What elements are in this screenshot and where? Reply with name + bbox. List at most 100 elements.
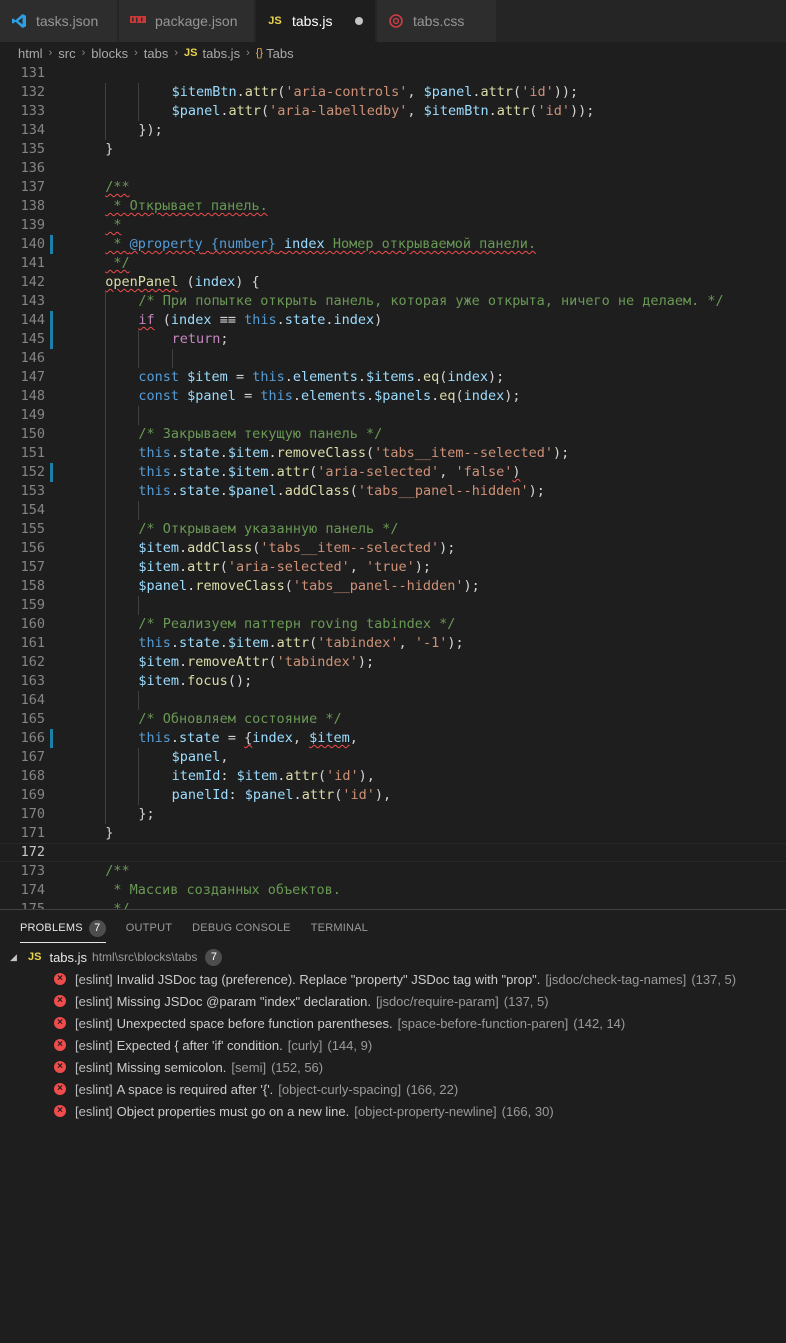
code-token: this bbox=[260, 388, 293, 404]
code-line[interactable]: 169 panelId: $panel.attr('id'), bbox=[0, 786, 786, 805]
code-text: * Открывает панель. bbox=[105, 197, 267, 216]
code-line[interactable]: 134}); bbox=[0, 121, 786, 140]
problem-item[interactable]: × [eslint] Object properties must go on a … bbox=[54, 1100, 784, 1122]
code-line[interactable]: 164 bbox=[0, 691, 786, 710]
breadcrumb-item[interactable]: blocks bbox=[91, 46, 128, 61]
line-number: 147 bbox=[20, 369, 45, 385]
indent-guide bbox=[105, 634, 107, 653]
code-line[interactable]: 153 this.state.$panel.addClass('tabs__pan… bbox=[0, 482, 786, 501]
git-modified-marker[interactable] bbox=[50, 330, 53, 349]
tab-output[interactable]: OUTPUT bbox=[126, 910, 172, 946]
code-editor[interactable]: 131 132 $itemBtn.attr('aria-controls', $pa… bbox=[0, 64, 786, 909]
code-line[interactable]: 161 this.state.$item.attr('tabindex', '-1… bbox=[0, 634, 786, 653]
code-line[interactable]: 173 /** bbox=[0, 862, 786, 881]
indent-guide bbox=[105, 501, 107, 520]
code-token: Номер открываемой панели. bbox=[324, 236, 537, 252]
code-text: /* Обновляем состояние */ bbox=[138, 710, 341, 729]
code-token: ( bbox=[178, 274, 195, 290]
code-line[interactable]: 149 bbox=[0, 406, 786, 425]
code-token: ) bbox=[512, 464, 521, 480]
code-line[interactable]: 147 const $item = this.elements.$items.eq… bbox=[0, 368, 786, 387]
line-number: 171 bbox=[20, 825, 45, 841]
code-token: , bbox=[407, 84, 424, 100]
code-token: ( bbox=[366, 445, 375, 461]
code-line[interactable]: 165 /* Обновляем состояние */ bbox=[0, 710, 786, 729]
code-line[interactable]: 145 return; bbox=[0, 330, 786, 349]
tab-tabs-js[interactable]: JS tabs.js bbox=[256, 0, 376, 42]
code-line[interactable]: 133 $panel.attr('aria-labelledby', $itemB… bbox=[0, 102, 786, 121]
git-modified-marker[interactable] bbox=[50, 311, 53, 330]
code-token: attr bbox=[276, 635, 310, 651]
code-line[interactable]: 168 itemId: $item.attr('id'), bbox=[0, 767, 786, 786]
code-line[interactable]: 156 $item.addClass('tabs__item--selected'… bbox=[0, 539, 786, 558]
tab-package-json[interactable]: package.json bbox=[119, 0, 255, 42]
modified-dot-icon[interactable] bbox=[355, 17, 363, 25]
breadcrumb-item[interactable]: src bbox=[58, 46, 75, 61]
code-line[interactable]: 138 * Открывает панель. bbox=[0, 197, 786, 216]
code-token: addClass bbox=[187, 540, 253, 556]
git-modified-marker[interactable] bbox=[50, 729, 53, 748]
problem-item[interactable]: × [eslint] Expected { after 'if' condition… bbox=[54, 1034, 784, 1056]
code-line[interactable]: 158 $panel.removeClass('tabs__panel--hidd… bbox=[0, 577, 786, 596]
tab-label: PROBLEMS bbox=[20, 922, 83, 934]
breadcrumb-symbol[interactable]: Tabs bbox=[266, 46, 293, 61]
breadcrumb-item[interactable]: html bbox=[18, 46, 43, 61]
code-token: . bbox=[179, 559, 188, 575]
problem-rule: [space-before-function-paren] bbox=[397, 1015, 569, 1031]
code-line[interactable]: 163 $item.focus(); bbox=[0, 672, 786, 691]
code-token: ), bbox=[374, 787, 392, 803]
code-line[interactable]: 137 /** bbox=[0, 178, 786, 197]
problem-message: Missing JSDoc @param "index" declaration… bbox=[116, 993, 371, 1009]
code-line[interactable]: 159 bbox=[0, 596, 786, 615]
indent-guide bbox=[105, 691, 107, 710]
code-line[interactable]: 142 openPanel (index) { bbox=[0, 273, 786, 292]
code-line[interactable]: 141 */ bbox=[0, 254, 786, 273]
git-modified-marker[interactable] bbox=[50, 463, 53, 482]
code-line[interactable]: 132 $itemBtn.attr('aria-controls', $panel… bbox=[0, 83, 786, 102]
code-token: , bbox=[439, 464, 456, 480]
problem-item[interactable]: × [eslint] A space is required after '{'.[… bbox=[54, 1078, 784, 1100]
code-line[interactable]: 144 if (index ≡≡ this.state.index) bbox=[0, 311, 786, 330]
tab-tabs-css[interactable]: tabs.css bbox=[377, 0, 497, 42]
code-line[interactable]: 151 this.state.$item.removeClass('tabs__i… bbox=[0, 444, 786, 463]
breadcrumb-file[interactable]: tabs.js bbox=[203, 46, 241, 61]
code-line[interactable]: 157 $item.attr('aria-selected', 'true'); bbox=[0, 558, 786, 577]
code-line[interactable]: 170}; bbox=[0, 805, 786, 824]
tab-terminal[interactable]: TERMINAL bbox=[311, 910, 368, 946]
code-line[interactable]: 167 $panel, bbox=[0, 748, 786, 767]
code-line[interactable]: 171} bbox=[0, 824, 786, 843]
code-token: . bbox=[268, 464, 277, 480]
code-line[interactable]: 139 * bbox=[0, 216, 786, 235]
tab-debug-console[interactable]: DEBUG CONSOLE bbox=[192, 910, 291, 946]
code-line[interactable]: 174 * Массив созданных объектов. bbox=[0, 881, 786, 900]
code-line[interactable]: 140 * @property {number} index Номер отк… bbox=[0, 235, 786, 254]
indent-guide bbox=[105, 349, 107, 368]
git-modified-marker[interactable] bbox=[50, 235, 53, 254]
code-token: ( bbox=[284, 578, 293, 594]
breadcrumb-item[interactable]: tabs bbox=[144, 46, 169, 61]
code-line[interactable]: 136 bbox=[0, 159, 786, 178]
code-line[interactable]: 172 bbox=[0, 843, 786, 862]
chevron-down-icon[interactable]: ◢ bbox=[10, 952, 18, 963]
code-token: )); bbox=[569, 103, 595, 119]
problems-file-row[interactable]: ◢ JS tabs.js html\src\blocks\tabs 7 bbox=[0, 946, 786, 968]
code-line[interactable]: 150 /* Закрываем текущую панель */ bbox=[0, 425, 786, 444]
code-line[interactable]: 175 */ bbox=[0, 900, 786, 909]
code-line[interactable]: 160 /* Реализуем паттерн roving tabindex … bbox=[0, 615, 786, 634]
code-line[interactable]: 143 /* При попытке открыть панель, котора… bbox=[0, 292, 786, 311]
tab-problems[interactable]: PROBLEMS 7 bbox=[20, 910, 106, 946]
code-line[interactable]: 135} bbox=[0, 140, 786, 159]
code-line[interactable]: 146 bbox=[0, 349, 786, 368]
tab-tasks-json[interactable]: tasks.json bbox=[0, 0, 118, 42]
code-line[interactable]: 162 $item.removeAttr('tabindex'); bbox=[0, 653, 786, 672]
code-line[interactable]: 148 const $panel = this.elements.$panels.… bbox=[0, 387, 786, 406]
code-line[interactable]: 154 bbox=[0, 501, 786, 520]
problem-item[interactable]: × [eslint] Invalid JSDoc tag (preference).… bbox=[54, 968, 784, 990]
code-line[interactable]: 131 bbox=[0, 64, 786, 83]
code-line[interactable]: 166 this.state = {index, $item, bbox=[0, 729, 786, 748]
code-line[interactable]: 152 this.state.$item.attr('aria-selected'… bbox=[0, 463, 786, 482]
problem-item[interactable]: × [eslint] Missing semicolon. [semi] (152, 5… bbox=[54, 1056, 784, 1078]
problem-item[interactable]: × [eslint] Missing JSDoc @param "index" de… bbox=[54, 990, 784, 1012]
problem-item[interactable]: × [eslint] Unexpected space before functio… bbox=[54, 1012, 784, 1034]
code-line[interactable]: 155 /* Открываем указанную панель */ bbox=[0, 520, 786, 539]
